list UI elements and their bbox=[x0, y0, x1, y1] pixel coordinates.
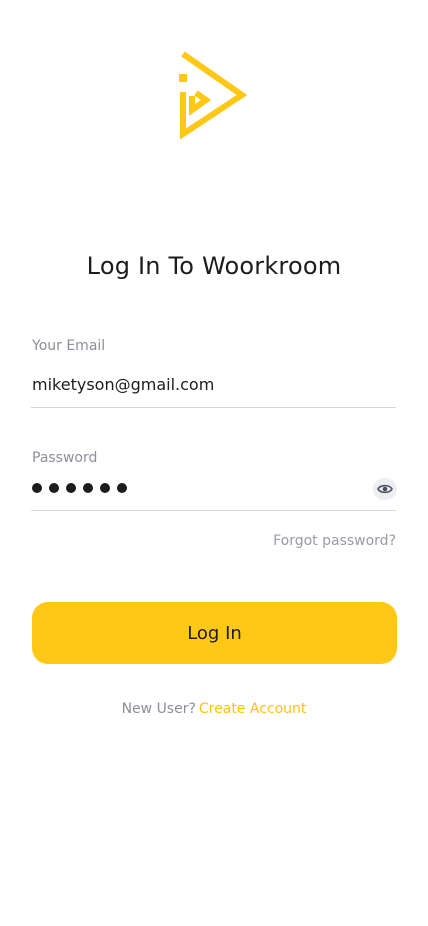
password-dot bbox=[83, 483, 93, 493]
show-password-button[interactable] bbox=[373, 478, 397, 500]
login-button[interactable]: Log In bbox=[32, 602, 397, 664]
woorkroom-logo-icon bbox=[176, 48, 252, 142]
password-dot bbox=[49, 483, 59, 493]
email-field[interactable] bbox=[32, 372, 372, 396]
email-label: Your Email bbox=[32, 338, 106, 354]
password-dot bbox=[66, 483, 76, 493]
page-title: Log In To Woorkroom bbox=[86, 252, 342, 280]
password-label: Password bbox=[32, 450, 98, 466]
create-account-link[interactable]: Create Account bbox=[199, 701, 307, 717]
password-dot bbox=[100, 483, 110, 493]
password-field[interactable] bbox=[32, 483, 127, 493]
password-dot bbox=[32, 483, 42, 493]
new-user-text: New User? bbox=[121, 701, 196, 717]
eye-icon bbox=[377, 484, 393, 494]
password-underline bbox=[31, 510, 396, 511]
signup-row: New User? Create Account bbox=[0, 701, 428, 717]
password-dot bbox=[117, 483, 127, 493]
forgot-password-link[interactable]: Forgot password? bbox=[273, 533, 396, 549]
email-underline bbox=[31, 407, 396, 408]
